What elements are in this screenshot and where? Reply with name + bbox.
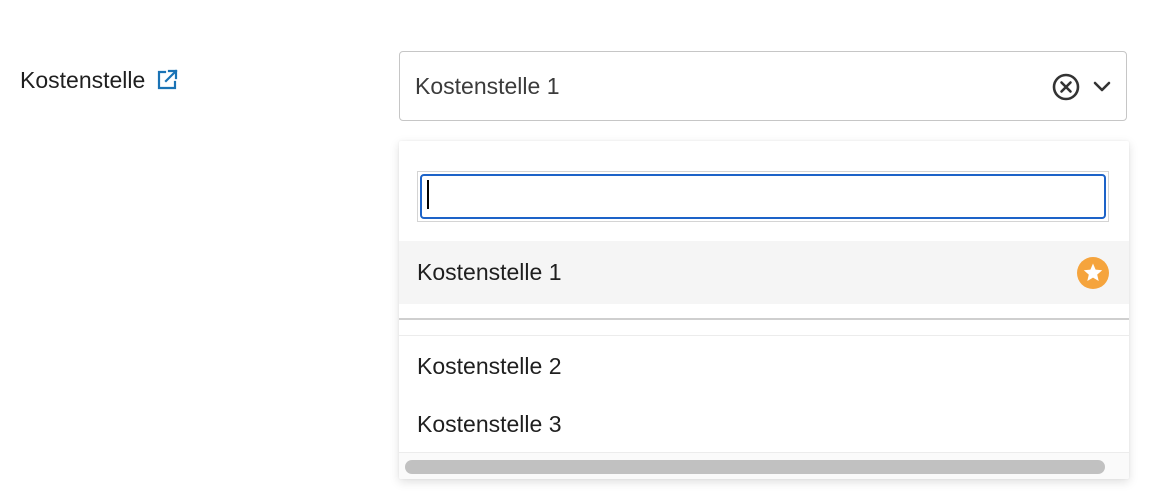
clear-icon[interactable] [1051,72,1081,102]
option-item[interactable]: Kostenstelle 3 [399,393,1129,455]
field-label-row: Kostenstelle [20,64,179,96]
text-caret [427,180,429,209]
option-favorite[interactable]: Kostenstelle 1 [399,241,1129,304]
search-input[interactable] [420,174,1106,219]
favorites-divider [399,318,1129,320]
option-label: Kostenstelle 2 [417,352,562,379]
select-value: Kostenstelle 1 [415,72,560,99]
cost-center-select[interactable]: Kostenstelle 1 [399,51,1127,121]
dropdown-panel: Kostenstelle 1 Kostenstelle 2 Kostenstel… [399,141,1129,479]
chevron-down-icon[interactable] [1090,74,1114,98]
option-label: Kostenstelle 3 [417,410,562,437]
field-label: Kostenstelle [20,66,146,93]
scrollbar-thumb[interactable] [405,460,1105,474]
search-wrapper [417,171,1109,222]
option-label: Kostenstelle 1 [417,259,562,285]
external-link-icon[interactable] [155,68,179,92]
favorite-star-icon[interactable] [1077,257,1109,289]
option-item[interactable]: Kostenstelle 2 [399,335,1129,397]
horizontal-scrollbar[interactable] [399,452,1129,479]
